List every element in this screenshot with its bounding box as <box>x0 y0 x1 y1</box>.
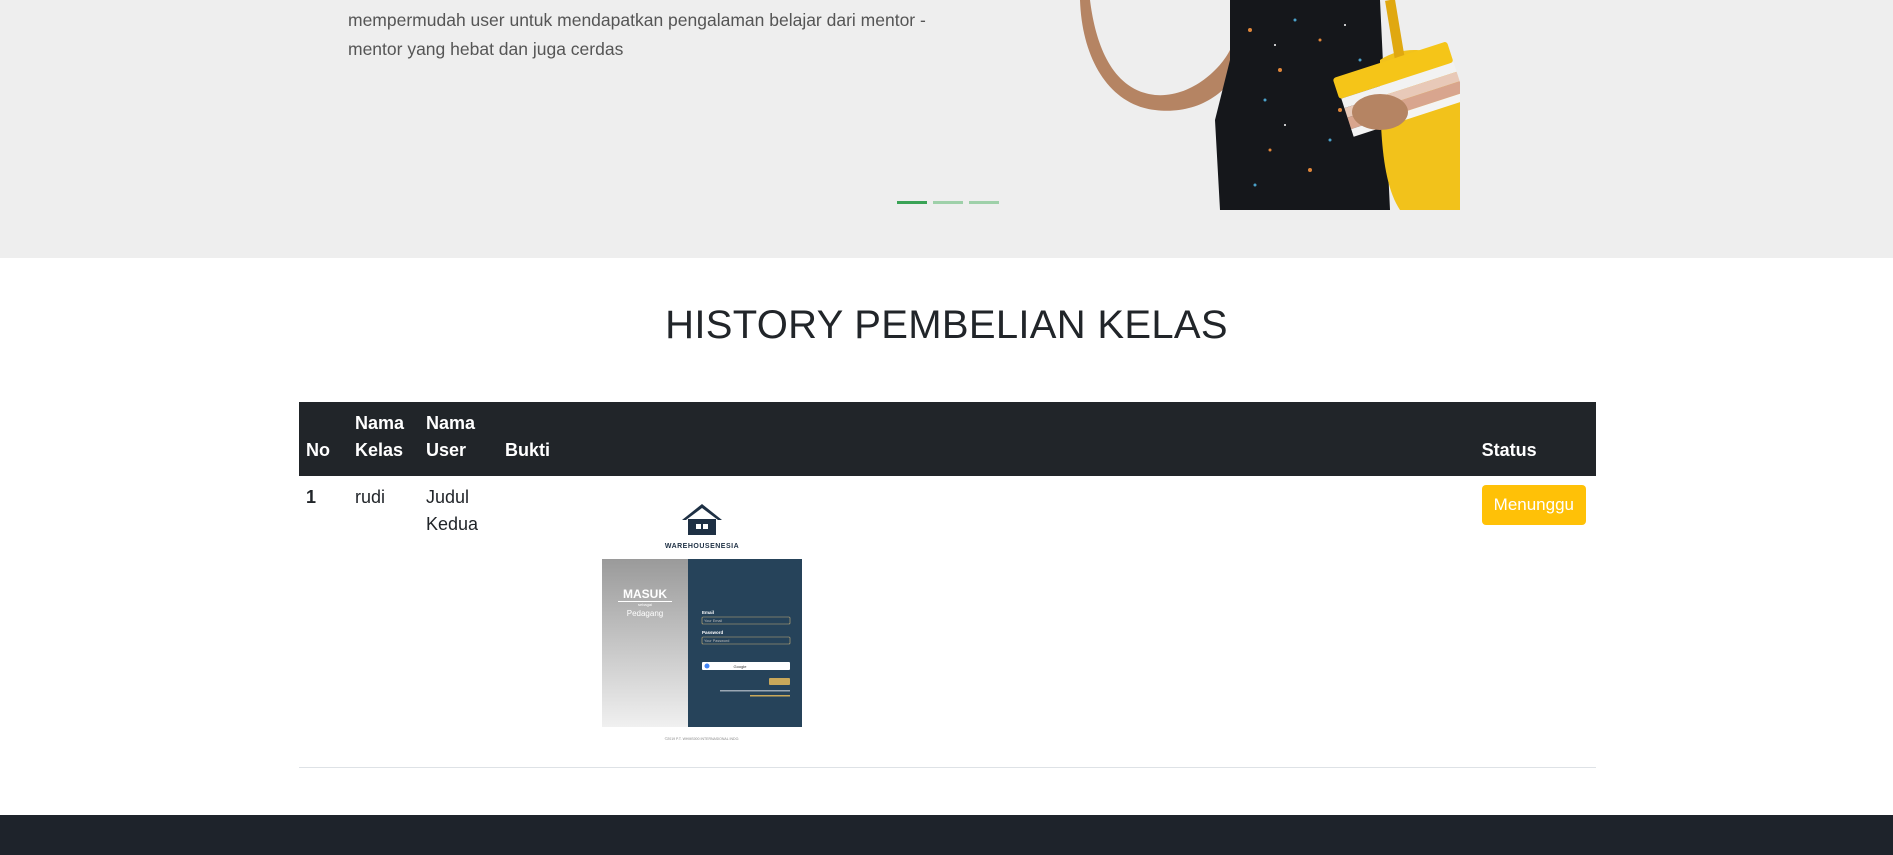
table-header: No Nama Kelas Nama User Bukti Status <box>299 402 1596 476</box>
header-nama-kelas: Nama Kelas <box>355 413 405 460</box>
carousel-indicator-3[interactable] <box>969 201 999 204</box>
bukti-panel-role: Pedagang <box>627 609 663 618</box>
carousel-indicator-1[interactable] <box>897 201 927 204</box>
carousel-indicators <box>897 201 999 204</box>
bukti-email-label: Email <box>702 610 714 615</box>
table-row: 1 rudi Judul Kedua WAREHOUSENESIA MASUK … <box>299 476 1596 768</box>
cell-bukti: WAREHOUSENESIA MASUK sebagai Pedagang Em… <box>498 476 1475 768</box>
cell-no: 1 <box>299 476 348 768</box>
header-nama-user: Nama User <box>426 413 476 460</box>
carousel-indicator-2[interactable] <box>933 201 963 204</box>
cell-status: Menunggu <box>1474 476 1596 768</box>
bukti-password-placeholder: Your Password <box>704 639 729 643</box>
bukti-brand: WAREHOUSENESIA <box>665 543 739 550</box>
page-title: HISTORY PEMBELIAN KELAS <box>665 303 1228 347</box>
history-table: No Nama Kelas Nama User Bukti Status 1 r… <box>299 402 1596 768</box>
cell-nama-kelas: rudi <box>348 476 419 768</box>
bukti-google-label: Google <box>734 664 748 669</box>
payment-proof-image[interactable]: WAREHOUSENESIA MASUK sebagai Pedagang Em… <box>602 492 802 747</box>
student-holding-books-image <box>1080 0 1460 210</box>
footer <box>0 815 1893 855</box>
hero-description: mempermudah user untuk mendapatkan penga… <box>348 9 926 59</box>
header-no: No <box>306 440 330 460</box>
bukti-copyright: ©2019 P.T. WHMS000 INTERNASIONAL INDO. <box>665 737 740 741</box>
hero-banner: mempermudah user untuk mendapatkan penga… <box>0 0 1893 258</box>
status-badge-button[interactable]: Menunggu <box>1481 485 1586 525</box>
cell-nama-user: Judul Kedua <box>419 476 498 768</box>
bukti-password-label: Password <box>702 630 724 635</box>
bukti-panel-title: MASUK <box>623 587 667 601</box>
bukti-email-placeholder: Your Email <box>704 619 722 623</box>
header-bukti: Bukti <box>505 440 550 460</box>
header-status: Status <box>1481 440 1537 460</box>
bukti-panel-sub: sebagai <box>638 602 652 607</box>
history-table-container: No Nama Kelas Nama User Bukti Status 1 r… <box>299 402 1596 768</box>
